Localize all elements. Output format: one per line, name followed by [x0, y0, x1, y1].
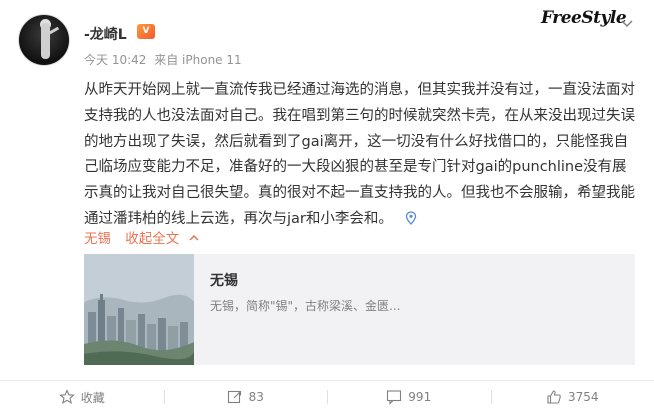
- post-text: 从昨天开始网上就一直流传我已经通过海选的消息，但其实我并没有过，一直没法面对支持…: [84, 82, 635, 227]
- repost-icon: [227, 390, 241, 404]
- comment-count: 991: [408, 390, 432, 404]
- card-description: 无锡，简称"锡"，古称梁溪、金匮...: [210, 299, 401, 313]
- action-bar: 收藏 83 991 3754: [0, 381, 654, 413]
- post-body: 从昨天开始网上就一直流传我已经通过海选的消息，但其实我并没有过，一直没法面对支持…: [84, 78, 636, 233]
- location-pin-icon[interactable]: [405, 211, 417, 225]
- card-title: 无锡: [210, 273, 238, 289]
- vip-badge-icon: V: [137, 24, 155, 39]
- avatar[interactable]: [18, 14, 70, 66]
- location-card[interactable]: 无锡 无锡，简称"锡"，古称梁溪、金匮...: [84, 254, 635, 365]
- collapse-button[interactable]: 收起全文: [125, 231, 199, 247]
- favorite-button[interactable]: 收藏: [0, 381, 164, 413]
- chevron-up-icon: [189, 234, 199, 241]
- post-links: 无锡 收起全文: [84, 227, 200, 247]
- post-source: 来自 iPhone 11: [154, 53, 242, 67]
- chevron-down-icon[interactable]: [618, 14, 636, 32]
- post-meta: 今天 10:42 来自 iPhone 11: [84, 51, 246, 68]
- username[interactable]: -龙崎L: [84, 24, 127, 44]
- like-button[interactable]: 3754: [490, 381, 654, 413]
- like-count: 3754: [567, 390, 599, 404]
- favorite-label: 收藏: [80, 390, 105, 405]
- repost-button[interactable]: 83: [163, 381, 328, 413]
- repost-count: 83: [248, 390, 264, 404]
- post-time[interactable]: 今天 10:42: [84, 53, 146, 67]
- comment-icon: [387, 390, 402, 405]
- comment-button[interactable]: 991: [327, 381, 491, 413]
- avatar-figure-body: [41, 23, 50, 59]
- thumbs-up-icon: [547, 390, 561, 404]
- location-link[interactable]: 无锡: [84, 231, 111, 247]
- avatar-figure-arm: [48, 26, 60, 35]
- collapse-label: 收起全文: [125, 231, 180, 247]
- brand-logo: FreeStyle: [541, 8, 627, 28]
- city-skyline-image: [84, 254, 194, 365]
- star-icon: [58, 389, 75, 404]
